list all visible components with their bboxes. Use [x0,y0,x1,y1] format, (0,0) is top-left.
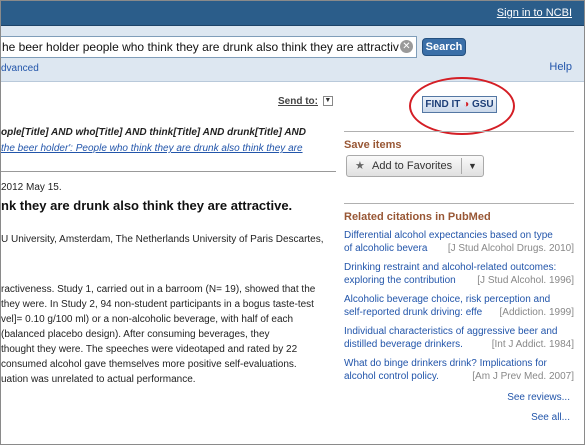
abstract-line: thought they were. The speeches were vid… [1,344,298,355]
citation-title-cont[interactable]: of alcoholic bevera [344,243,427,254]
search-button[interactable]: Search [422,38,466,56]
send-to-menu[interactable]: Send to: ▼ [278,96,333,107]
search-band: he beer holder people who think they are… [1,26,584,82]
clear-search-icon[interactable]: ✕ [400,40,413,53]
help-link[interactable]: Help [549,61,572,73]
abstract-line: (balanced placebo design). After consumi… [1,329,270,340]
ncbi-top-bar: Sign in to NCBI [1,1,584,26]
pubmed-page: Sign in to NCBI he beer holder people wh… [0,0,585,445]
citation-item[interactable]: Drinking restraint and alcohol-related o… [344,261,574,287]
citation-title-cont[interactable]: alcohol control policy. [344,371,439,382]
abstract-line: they were. In Study 2, 94 non-student pa… [1,299,314,310]
divider [1,171,336,172]
add-to-favorites-label: Add to Favorites [372,160,453,172]
citation-item[interactable]: Differential alcohol expectancies based … [344,229,574,255]
search-input[interactable]: he beer holder people who think they are… [1,36,417,58]
citation-item[interactable]: Individual characteristics of aggressive… [344,325,574,351]
citation-journal: [Addiction. 1999] [499,307,575,318]
citation-title-cont[interactable]: exploring the contribution [344,275,456,286]
find-it-label: FIND IT [425,99,464,110]
abstract-line: uation was unrelated to actual performan… [1,374,196,385]
citation-journal: [Am J Prev Med. 2007] [472,371,574,382]
abstract-line: ractiveness. Study 1, carried out in a b… [1,284,316,295]
citation-title[interactable]: Individual characteristics of aggressive… [344,325,574,338]
citation-title[interactable]: Alcoholic beverage choice, risk percepti… [344,293,574,306]
citation-item[interactable]: What do binge drinkers drink? Implicatio… [344,357,574,383]
see-all-link[interactable]: See all... [531,412,570,423]
see-reviews-link[interactable]: See reviews... [507,392,570,403]
citation-item[interactable]: Alcoholic beverage choice, risk percepti… [344,293,574,319]
save-items-heading: Save items [344,131,574,151]
send-to-label: Send to: [278,96,318,107]
citation-journal: [J Stud Alcohol. 1996] [477,275,574,286]
abstract-line: consumed alcohol gave themselves more po… [1,359,297,370]
article-title: nk they are drunk also think they are at… [1,198,293,213]
find-it-gsu-button[interactable]: FIND IT ◑ GSU [422,96,497,113]
citation-title-cont[interactable]: distilled beverage drinkers. [344,339,463,350]
chevron-down-icon: ▼ [322,96,333,107]
star-icon: ★ [355,160,365,172]
related-citations-heading: Related citations in PubMed [344,203,574,223]
citation-title[interactable]: What do binge drinkers drink? Implicatio… [344,357,574,370]
citation-title[interactable]: Drinking restraint and alcohol-related o… [344,261,574,274]
citation-journal: [Int J Addict. 1984] [491,339,574,350]
abstract-text: ractiveness. Study 1, carried out in a b… [1,282,337,387]
citation-title[interactable]: Differential alcohol expectancies based … [344,229,574,242]
citation-title-cont[interactable]: self-reported drunk driving: effe [344,307,482,318]
related-citations-list: Differential alcohol expectancies based … [344,229,574,389]
publication-date: 2012 May 15. [1,182,62,193]
sign-in-link[interactable]: Sign in to NCBI [497,7,572,19]
gsu-label: GSU [469,99,494,110]
advanced-search-link[interactable]: dvanced [1,63,39,74]
abstract-line: vel]= 0.10 g/100 ml) or a non-alcoholic … [1,314,294,325]
citation-journal: [J Stud Alcohol Drugs. 2010] [447,243,574,254]
add-to-favorites-button[interactable]: ★ Add to Favorites ▼ [346,155,484,177]
divider [461,158,462,174]
dropdown-arrow-icon[interactable]: ▼ [468,156,477,176]
author-affiliation: U University, Amsterdam, The Netherlands… [1,234,324,245]
search-query-details: ople[Title] AND who[Title] AND think[Tit… [1,127,306,138]
query-result-link[interactable]: the beer holder': People who think they … [1,143,331,154]
